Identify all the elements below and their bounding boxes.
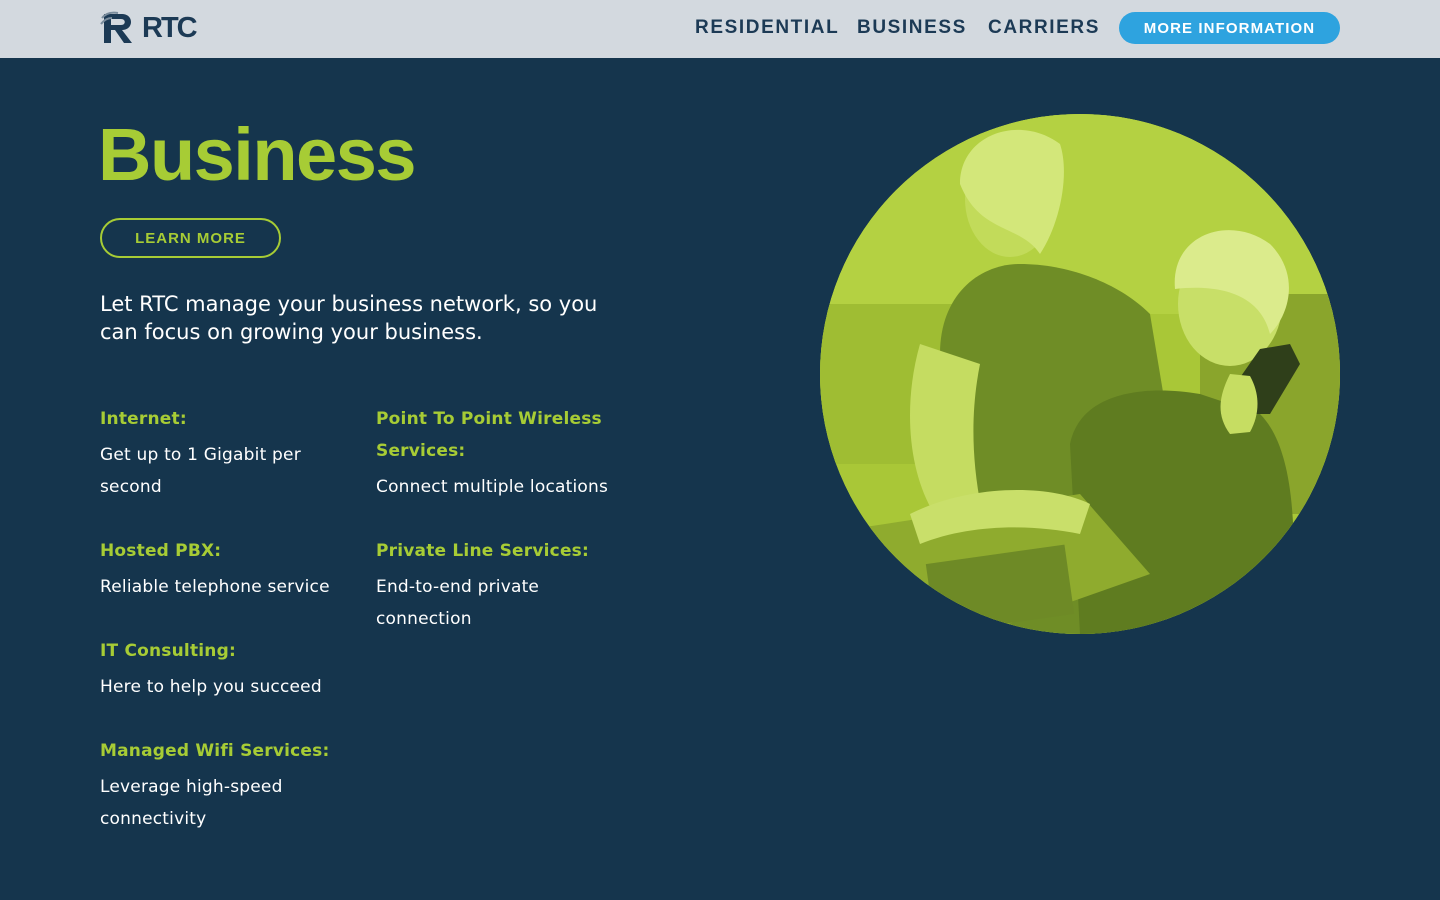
service-description: End-to-end private connection [376, 577, 540, 629]
service-description: Get up to 1 Gigabit per second [100, 445, 301, 497]
service-description: Connect multiple locations [376, 477, 609, 497]
more-information-button[interactable]: MORE INFORMATION [1119, 12, 1340, 44]
service-title: Internet: [100, 409, 187, 429]
service-title: IT Consulting: [100, 641, 236, 661]
nav-carriers[interactable]: CARRIERS [988, 17, 1100, 39]
service-description: Here to help you succeed [100, 677, 322, 697]
photo-illustration [820, 114, 1340, 634]
service-title: Point To Point Wireless Services: [376, 409, 602, 461]
intro-text: Let RTC manage your business network, so… [100, 292, 598, 344]
page-title: Business [98, 113, 417, 196]
rtc-logo[interactable]: RTC [100, 10, 200, 46]
service-title: Private Line Services: [376, 541, 589, 561]
service-title: Hosted PBX: [100, 541, 222, 561]
business-photo [820, 114, 1340, 634]
logo-text: RTC [142, 11, 198, 44]
service-description: Reliable telephone service [100, 577, 330, 597]
rtc-logo-icon [100, 11, 132, 43]
learn-more-button[interactable]: LEARN MORE [100, 218, 281, 258]
service-description: Leverage high-speed connectivity [100, 777, 283, 829]
service-title: Managed Wifi Services: [100, 741, 330, 761]
nav-residential[interactable]: RESIDENTIAL [695, 17, 839, 39]
nav-business[interactable]: BUSINESS [857, 17, 967, 39]
top-navigation-bar: RTC RESIDENTIAL BUSINESS CARRIERS MORE I… [0, 0, 1440, 58]
